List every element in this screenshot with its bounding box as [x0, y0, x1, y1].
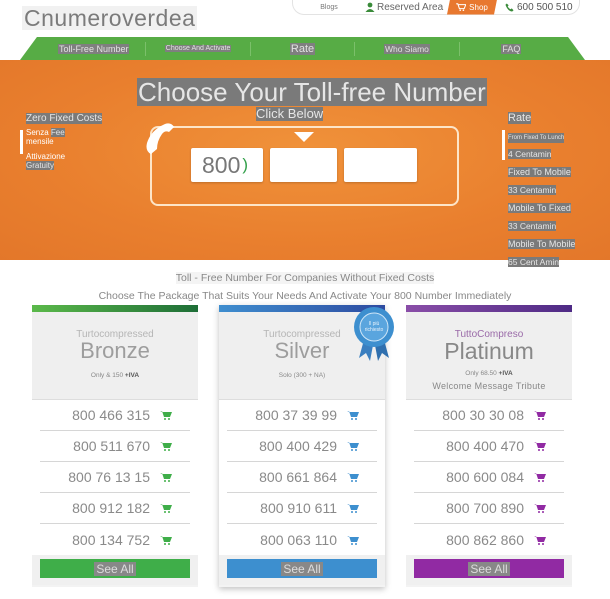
- nav-item-toll-free-number[interactable]: Toll-Free Number: [42, 41, 147, 56]
- feature-monthly-fee: Senza Fee mensile: [26, 128, 65, 146]
- cart-icon[interactable]: [534, 441, 546, 451]
- pointer-arrow-icon: [294, 132, 314, 142]
- card-footer: See All: [219, 555, 385, 585]
- number-row[interactable]: 800 30 30 08: [414, 400, 564, 431]
- cart-icon[interactable]: [160, 472, 172, 482]
- reserved-area-label: Reserved Area: [377, 1, 444, 13]
- shop-label: Shop: [469, 2, 488, 12]
- package-price: Only 68.50 +IVA: [465, 370, 513, 377]
- number-row[interactable]: 800 063 110: [227, 524, 377, 555]
- cart-icon[interactable]: [347, 472, 359, 482]
- number-row[interactable]: 800 600 084: [414, 462, 564, 493]
- rate-item: Fixed To Mobile 33 Centamin: [508, 167, 571, 195]
- package-price: Only & 150 +IVA: [90, 372, 140, 379]
- phone-number: 600 500 510: [517, 1, 573, 13]
- phone-icon: [505, 2, 514, 12]
- telephone-handset-icon: [146, 123, 174, 154]
- number-row[interactable]: 800 862 860: [414, 524, 564, 555]
- see-all-button[interactable]: See All: [414, 559, 564, 578]
- nav-item-who-siamo[interactable]: Who Siamo: [355, 41, 460, 56]
- rates-panel: Rate From Fixed To Lunch 4 Centamin Fixed…: [502, 108, 598, 270]
- intro-subheading: Choose The Package That Suits Your Needs…: [98, 290, 512, 302]
- blog-link[interactable]: Blogs: [293, 4, 365, 11]
- card-header: TuttoCompreso Platinum Only 68.50 +IVA W…: [406, 312, 572, 400]
- caret-icon: ): [242, 155, 249, 174]
- cart-icon[interactable]: [347, 441, 359, 451]
- accent-bar: [20, 130, 23, 154]
- cart-icon[interactable]: [160, 441, 172, 451]
- cart-icon[interactable]: [534, 472, 546, 482]
- cart-icon[interactable]: [534, 503, 546, 513]
- number-row[interactable]: 800 661 864: [227, 462, 377, 493]
- intro-heading: Toll - Free Number For Companies Without…: [175, 272, 435, 284]
- package-card-platinum: TuttoCompreso Platinum Only 68.50 +IVA W…: [406, 305, 572, 587]
- package-name: Bronze: [80, 338, 150, 363]
- card-header: Turtocompressed Bronze Only & 150 +IVA: [32, 312, 198, 400]
- hero-subtitle: Click Below: [256, 106, 324, 121]
- number-row[interactable]: 800 400 470: [414, 431, 564, 462]
- features-panel: Zero Fixed Costs Senza Fee mensile Attiva…: [20, 108, 136, 170]
- number-part2-field[interactable]: [270, 148, 337, 182]
- user-icon: [365, 2, 375, 12]
- main-nav: Toll-Free Number Choose And Activate Rat…: [20, 37, 585, 60]
- cart-icon[interactable]: [160, 410, 172, 420]
- rate-item: From Fixed To Lunch 4 Centamin: [508, 133, 565, 159]
- cart-icon[interactable]: [534, 410, 546, 420]
- number-row[interactable]: 800 37 39 99: [227, 400, 377, 431]
- number-row[interactable]: 800 400 429: [227, 431, 377, 462]
- card-accent-bar: [32, 305, 198, 312]
- card-accent-bar: [406, 305, 572, 312]
- package-price: Solo (300 + NA): [278, 372, 326, 379]
- rate-item: Mobile To Fixed 33 Centamin: [508, 203, 571, 231]
- shop-button[interactable]: Shop: [447, 0, 497, 15]
- package-kicker: Turtocompressed: [76, 329, 154, 340]
- nav-item-choose-and-activate[interactable]: Choose And Activate: [146, 41, 251, 56]
- number-row[interactable]: 800 910 611: [227, 493, 377, 524]
- package-name: Platinum: [444, 338, 534, 364]
- rates-heading: Rate: [508, 112, 532, 124]
- site-logo[interactable]: Cnumeroverdea: [22, 6, 198, 30]
- cart-icon[interactable]: [160, 503, 172, 513]
- ribbon-text: richiesto: [365, 327, 384, 333]
- number-row[interactable]: 800 134 752: [40, 524, 190, 555]
- number-list: 800 466 315 800 511 670 800 76 13 15 800…: [32, 400, 198, 555]
- cart-icon[interactable]: [160, 535, 172, 545]
- hero-title: Choose Your Toll-free Number: [137, 77, 487, 107]
- number-list: 800 37 39 99 800 400 429 800 661 864 800…: [219, 400, 385, 555]
- cart-icon[interactable]: [347, 535, 359, 545]
- cart-icon[interactable]: [347, 503, 359, 513]
- package-kicker: TuttoCompreso: [454, 329, 524, 340]
- number-row[interactable]: 800 912 182: [40, 493, 190, 524]
- top-utility-bar: Blogs Reserved Area Shop 600 500 510: [292, 0, 580, 15]
- number-row[interactable]: 800 76 13 15: [40, 462, 190, 493]
- package-card-bronze: Turtocompressed Bronze Only & 150 +IVA 8…: [32, 305, 198, 587]
- card-footer: See All: [406, 555, 572, 585]
- accent-bar: [502, 130, 505, 160]
- features-heading: Zero Fixed Costs: [26, 113, 103, 124]
- nav-item-faq[interactable]: FAQ: [460, 42, 563, 56]
- number-row[interactable]: 800 511 670: [40, 431, 190, 462]
- reserved-area-link[interactable]: Reserved Area: [365, 2, 447, 13]
- package-extra-feature: Welcome Message Tribute: [432, 381, 546, 391]
- most-requested-ribbon-icon: Il più richiesto: [354, 307, 394, 361]
- number-list: 800 30 30 08 800 400 470 800 600 084 800…: [406, 400, 572, 555]
- nav-item-rate[interactable]: Rate: [251, 41, 356, 56]
- cart-icon[interactable]: [534, 535, 546, 545]
- phone-link[interactable]: 600 500 510: [497, 2, 573, 13]
- rate-item: Mobile To Mobile 65 Cent Amin: [508, 239, 576, 267]
- feature-free-activation: Attivazione Gratuity: [26, 152, 66, 170]
- number-part3-field[interactable]: [344, 148, 417, 182]
- number-prefix-field[interactable]: 800): [191, 148, 263, 182]
- card-footer: See All: [32, 555, 198, 585]
- number-row[interactable]: 800 466 315: [40, 400, 190, 431]
- number-row[interactable]: 800 700 890: [414, 493, 564, 524]
- cart-icon: [456, 3, 467, 11]
- cart-icon[interactable]: [347, 410, 359, 420]
- see-all-button[interactable]: See All: [40, 559, 190, 578]
- see-all-button[interactable]: See All: [227, 559, 377, 578]
